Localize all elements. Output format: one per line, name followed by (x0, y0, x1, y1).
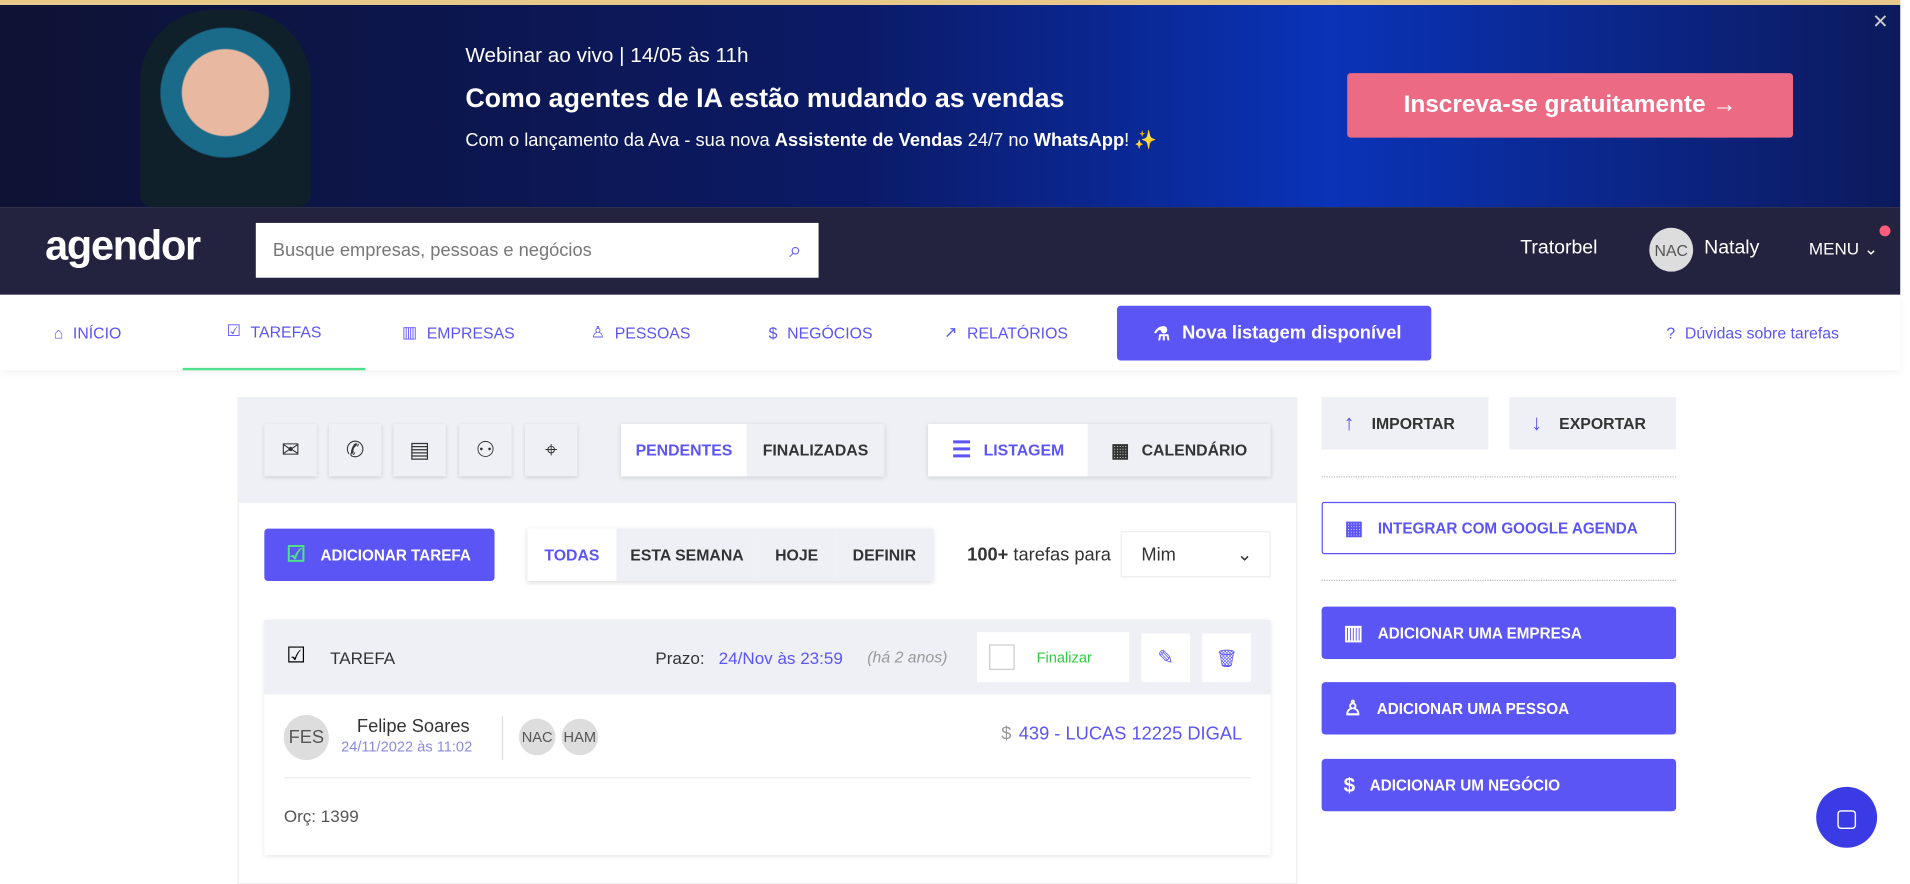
divider (1321, 476, 1677, 478)
document-filter-icon[interactable]: ▤ (393, 423, 446, 477)
dollar-icon: $ (1343, 772, 1356, 797)
created-date: 24/11/2022 às 11:02 (341, 738, 473, 756)
deadline: 24/Nov às 23:59 (718, 648, 843, 668)
tab-listagem[interactable]: ☰ LISTAGEM (928, 423, 1088, 477)
divider (1321, 579, 1677, 582)
finalize-checkbox[interactable] (989, 644, 1015, 670)
banner-title: Como agentes de IA estão mudando as vend… (465, 82, 1065, 114)
chevron-down-icon: ⌄ (1863, 238, 1879, 259)
person-icon: ♙ (590, 322, 605, 342)
check-icon: ☑ (286, 542, 306, 567)
checkbox-icon: ☑ (226, 321, 241, 340)
menu-button[interactable]: MENU ⌄ (1809, 239, 1878, 260)
add-person-button[interactable]: ♙ ADICIONAR UMA PESSOA (1321, 682, 1677, 735)
tab-calendario[interactable]: ▦ CALENDÁRIO (1087, 423, 1271, 477)
divider (283, 777, 1251, 779)
tab-esta-semana[interactable]: ESTA SEMANA (616, 528, 758, 582)
tab-todas[interactable]: TODAS (527, 528, 617, 582)
question-icon: ? (1666, 323, 1676, 342)
person-icon: ♙ (1343, 696, 1363, 720)
deadline-label: Prazo: (655, 648, 705, 668)
home-icon: ⌂ (53, 323, 64, 342)
nav-tarefas[interactable]: ☑ TAREFAS (182, 295, 366, 371)
dollar-icon: $ (768, 323, 778, 342)
avatar[interactable]: NAC (1649, 227, 1694, 272)
email-filter-icon[interactable]: ✉ (264, 423, 317, 477)
status-tabs: PENDENTES FINALIZADAS (621, 423, 885, 477)
search-placeholder: Busque empresas, pessoas e negócios (272, 239, 592, 261)
author-name[interactable]: Felipe Soares (357, 716, 470, 737)
task-type-icon: ☑ (286, 643, 306, 668)
export-button[interactable]: ↓ EXPORTAR (1509, 397, 1677, 450)
calendar-icon: ▦ (1111, 440, 1130, 462)
arrow-down-icon: ↓ (1531, 410, 1543, 435)
presenter-photo (140, 9, 311, 208)
author-avatar: FES (283, 715, 329, 761)
arrow-up-icon: ↑ (1343, 410, 1355, 435)
chart-icon: ↗ (944, 322, 958, 342)
deadline-ago: (há 2 anos) (867, 648, 948, 667)
chat-icon[interactable]: ▢ (1816, 786, 1878, 848)
notification-dot (1879, 225, 1891, 237)
edit-icon[interactable]: ✎ (1141, 633, 1191, 683)
building-icon: ▥ (1343, 620, 1364, 644)
user-name[interactable]: Nataly (1704, 238, 1759, 260)
logo[interactable]: agendor (45, 223, 201, 271)
add-deal-button[interactable]: $ ADICIONAR UM NEGÓCIO (1321, 758, 1677, 812)
task-type: TAREFA (330, 648, 396, 668)
search-input[interactable]: Busque empresas, pessoas e negócios ⌕ (255, 222, 819, 278)
divider (501, 716, 504, 761)
chevron-down-icon: ⌄ (1236, 544, 1253, 566)
google-calendar-button[interactable]: ▦ INTEGRAR COM GOOGLE AGENDA (1321, 501, 1677, 555)
finalize-button[interactable]: Finalizar (976, 632, 1130, 683)
add-task-button[interactable]: ☑ ADICIONAR TAREFA (264, 528, 495, 582)
assignee-select[interactable]: Mim ⌄ (1120, 531, 1271, 578)
dollar-icon: $ (1001, 723, 1012, 745)
participant-avatar: HAM (561, 718, 599, 756)
nav-pessoas[interactable]: ♙ PESSOAS (591, 295, 691, 371)
register-button[interactable]: Inscreva-se gratuitamente → (1347, 73, 1794, 138)
delete-icon[interactable]: 🗑 (1202, 633, 1251, 683)
nav-relatorios[interactable]: ↗ RELATÓRIOS (944, 295, 1068, 371)
view-tabs: ☰ LISTAGEM ▦ CALENDÁRIO (928, 423, 1271, 477)
add-company-button[interactable]: ▥ ADICIONAR UMA EMPRESA (1321, 606, 1677, 659)
nav-empresas[interactable]: ▥ EMPRESAS (402, 295, 515, 371)
period-tabs: TODAS ESTA SEMANA HOJE DEFINIR (527, 528, 934, 582)
meeting-filter-icon[interactable]: ⚇ (459, 423, 512, 477)
tab-pendentes[interactable]: PENDENTES (621, 423, 747, 477)
search-icon[interactable]: ⌕ (789, 238, 801, 264)
deal-link[interactable]: $439 - LUCAS 12225 DIGAL (1001, 724, 1242, 745)
tab-finalizadas[interactable]: FINALIZADAS (746, 423, 885, 477)
company-name[interactable]: Tratorbel (1520, 238, 1597, 260)
nav-inicio[interactable]: ⌂ INÍCIO (54, 295, 122, 371)
close-banner-icon[interactable]: ✕ (1872, 10, 1888, 34)
new-listing-button[interactable]: ⚗ Nova listagem disponível (1116, 305, 1432, 361)
calendar-icon: ▦ (1344, 518, 1364, 540)
tab-definir[interactable]: DEFINIR (835, 528, 934, 582)
banner-date: Webinar ao vivo | 14/05 às 11h (465, 43, 749, 67)
phone-filter-icon[interactable]: ✆ (328, 423, 382, 477)
location-filter-icon[interactable]: ⌖ (525, 423, 578, 477)
import-button[interactable]: ↑ IMPORTAR (1321, 397, 1489, 450)
task-count: 100+ tarefas para (967, 544, 1111, 566)
banner-subtitle: Com o lançamento da Ava - sua nova Assis… (465, 130, 1158, 152)
list-icon: ☰ (951, 437, 972, 462)
tab-hoje[interactable]: HOJE (757, 528, 836, 582)
flask-icon: ⚗ (1153, 323, 1170, 345)
building-icon: ▥ (401, 322, 417, 342)
help-link[interactable]: ? Dúvidas sobre tarefas (1666, 295, 1839, 371)
participant-avatar: NAC (518, 718, 556, 756)
nav-negocios[interactable]: $ NEGÓCIOS (769, 295, 873, 371)
task-description: Orç: 1399 (283, 806, 359, 826)
